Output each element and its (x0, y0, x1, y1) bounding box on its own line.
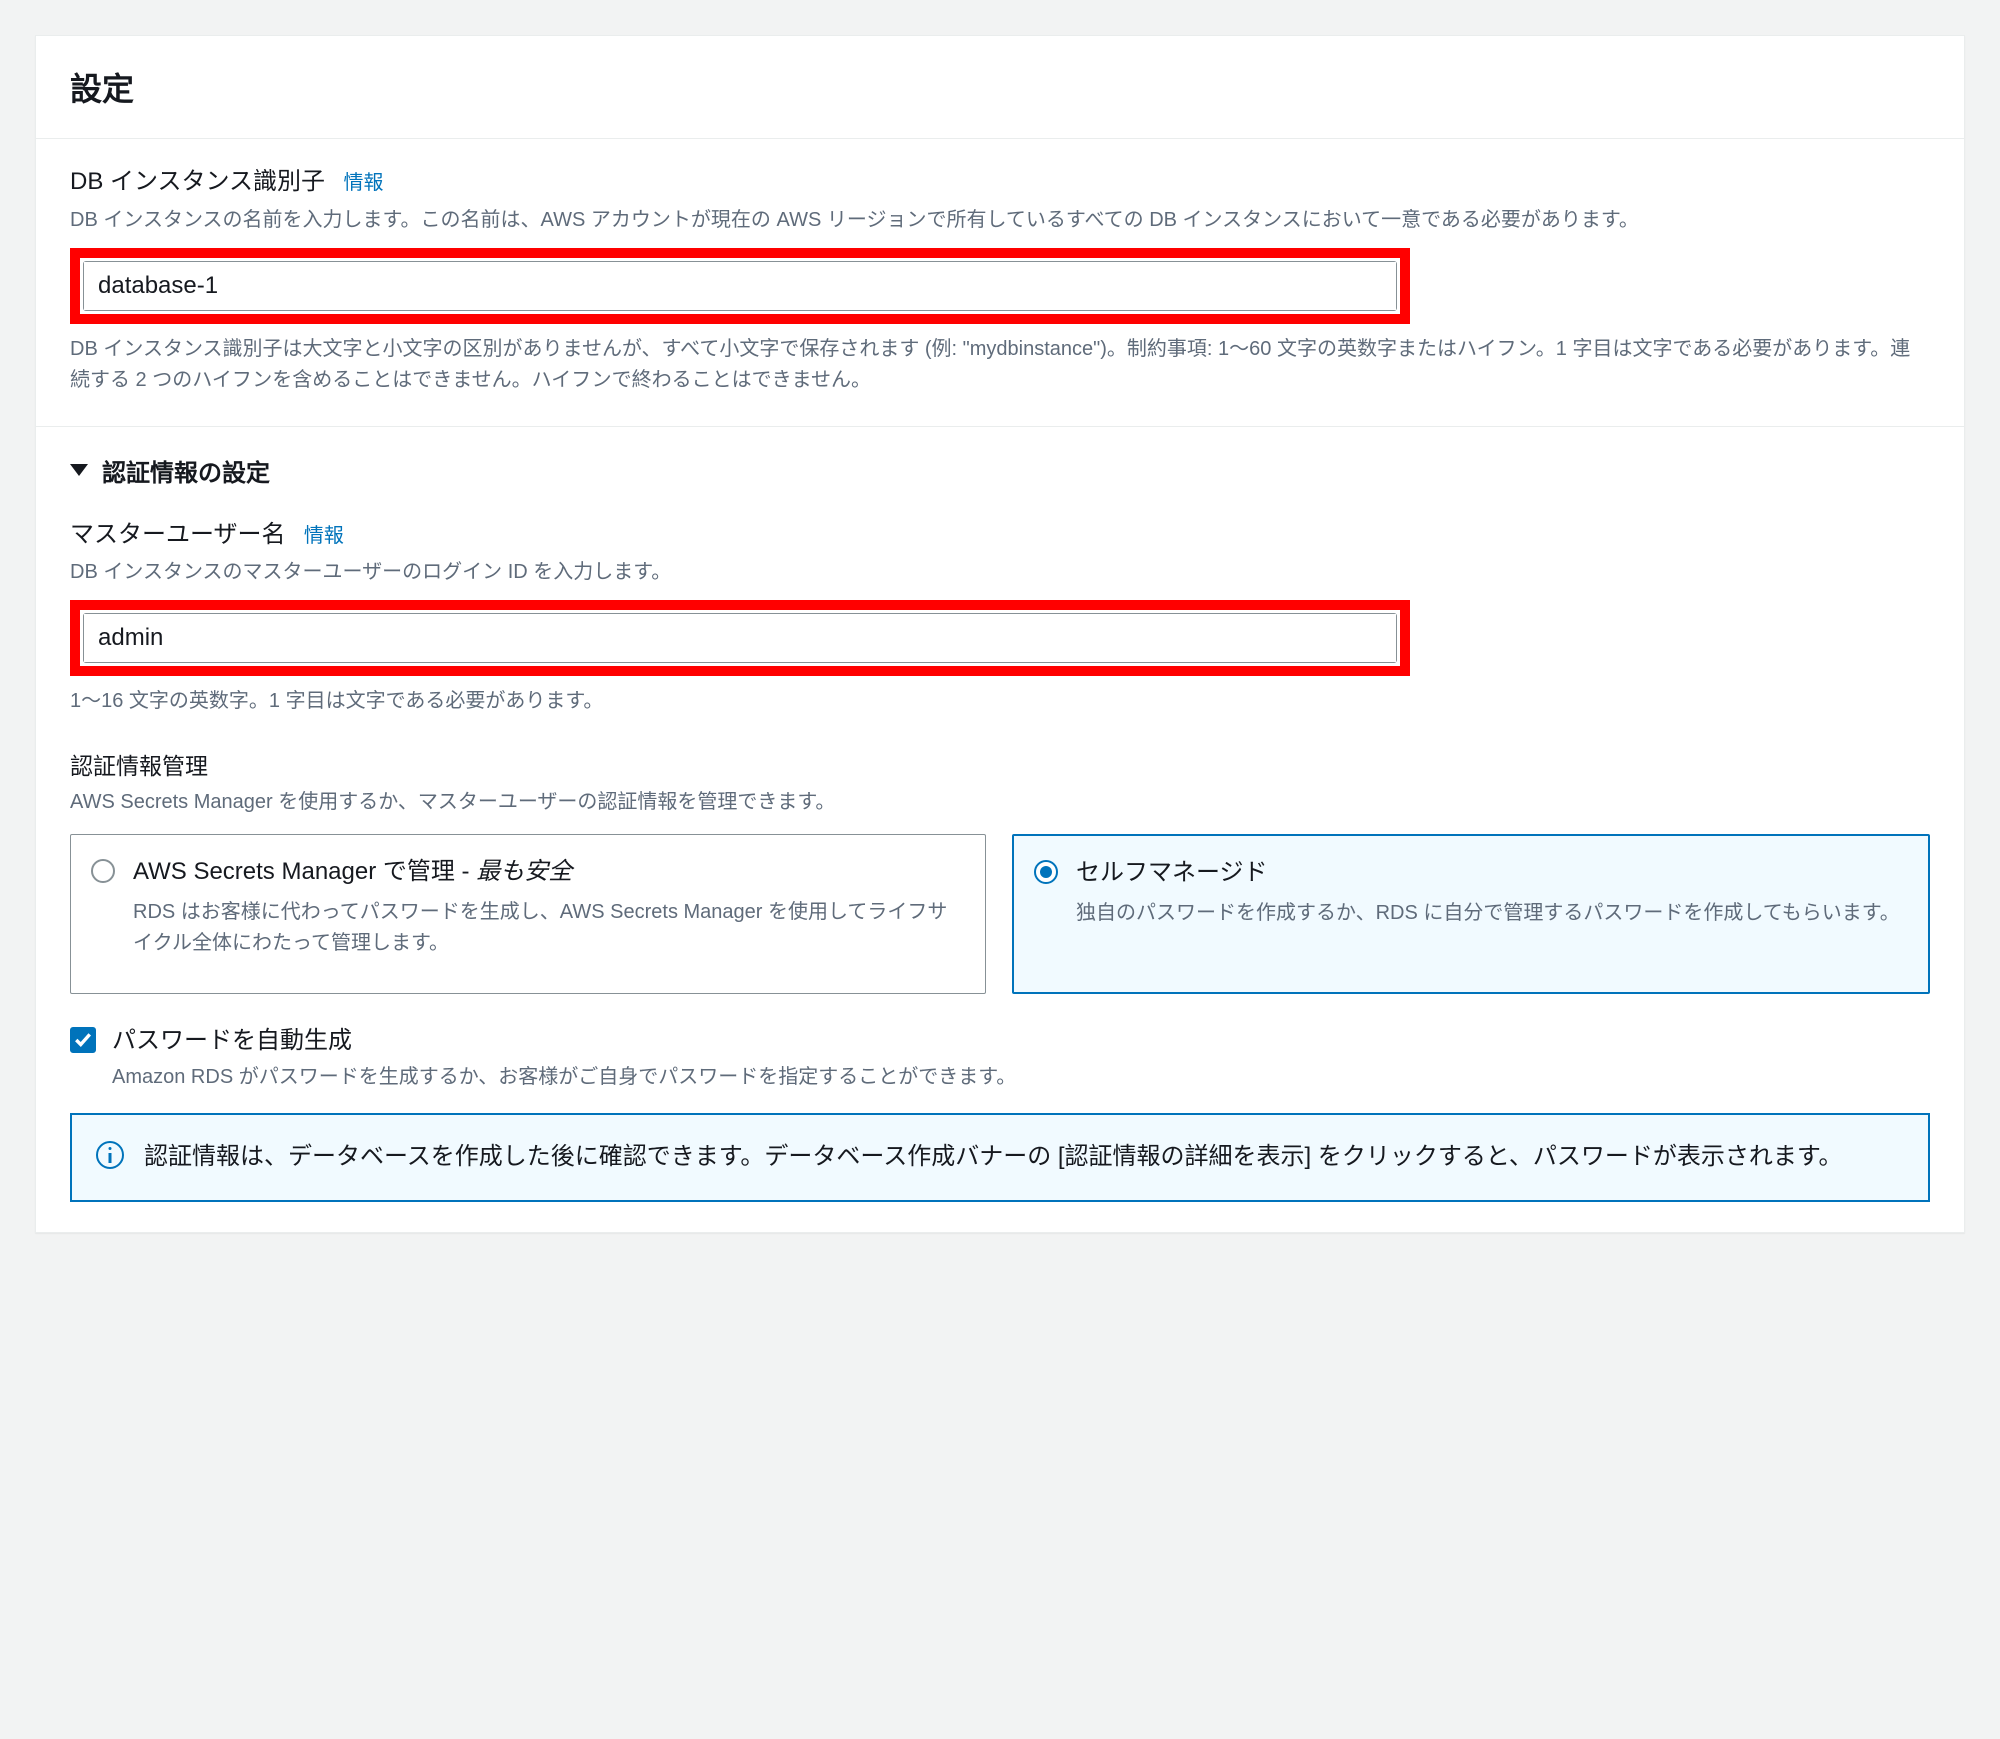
master-user-info-link[interactable]: 情報 (304, 525, 344, 547)
master-user-input[interactable] (84, 614, 1396, 662)
credentials-management-title: 認証情報管理 (70, 747, 1930, 781)
credentials-management-field: 認証情報管理 AWS Secrets Manager を使用するか、マスターユー… (70, 747, 1930, 994)
autogen-password-label: パスワードを自動生成 (112, 1024, 1016, 1058)
credentials-collapse-toggle[interactable]: 認証情報の設定 (70, 453, 1930, 488)
db-identifier-info-link[interactable]: 情報 (343, 172, 383, 194)
db-identifier-input[interactable] (84, 262, 1396, 310)
credentials-management-radio-group: AWS Secrets Manager で管理 - 最も安全 RDS はお客様に… (70, 834, 1930, 994)
autogen-password-checkbox-row[interactable]: パスワードを自動生成 Amazon RDS がパスワードを生成するか、お客様がご… (70, 1024, 1930, 1089)
db-identifier-hint: DB インスタンス識別子は大文字と小文字の区別がありませんが、すべて小文字で保存… (70, 334, 1930, 396)
caret-down-icon (70, 464, 88, 476)
db-identifier-label-row: DB インスタンス識別子 情報 (70, 165, 1930, 199)
radio-self-managed[interactable]: セルフマネージド 独自のパスワードを作成するか、RDS に自分で管理するパスワー… (1012, 834, 1930, 994)
credentials-section: 認証情報の設定 マスターユーザー名 情報 DB インスタンスのマスターユーザーの… (36, 427, 1964, 1232)
master-user-desc: DB インスタンスのマスターユーザーのログイン ID を入力します。 (70, 557, 1930, 588)
panel-header: 設定 (36, 36, 1964, 139)
credentials-header-label: 認証情報の設定 (102, 453, 270, 488)
db-identifier-highlight (70, 248, 1410, 324)
master-user-hint: 1〜16 文字の英数字。1 字目は文字である必要があります。 (70, 686, 1930, 717)
panel-title: 設定 (70, 64, 1930, 110)
db-identifier-label: DB インスタンス識別子 (70, 168, 325, 195)
master-user-field: マスターユーザー名 情報 DB インスタンスのマスターユーザーのログイン ID … (70, 518, 1930, 718)
radio-self-title: セルフマネージド (1076, 856, 1908, 890)
credentials-info-alert: 認証情報は、データベースを作成した後に確認できます。データベース作成バナーの [… (70, 1113, 1930, 1202)
radio-icon (1034, 860, 1058, 884)
settings-panel: 設定 DB インスタンス識別子 情報 DB インスタンスの名前を入力します。この… (35, 35, 1965, 1233)
credentials-management-desc: AWS Secrets Manager を使用するか、マスターユーザーの認証情報… (70, 787, 1930, 818)
autogen-password-desc: Amazon RDS がパスワードを生成するか、お客様がご自身でパスワードを指定… (112, 1060, 1016, 1089)
radio-self-desc: 独自のパスワードを作成するか、RDS に自分で管理するパスワードを作成してもらい… (1076, 898, 1908, 929)
db-identifier-desc: DB インスタンスの名前を入力します。この名前は、AWS アカウントが現在の A… (70, 205, 1930, 236)
radio-secrets-title-a: AWS Secrets Manager で管理 - (133, 858, 476, 885)
info-icon (96, 1141, 124, 1169)
checkbox-checked-icon (70, 1027, 96, 1053)
master-user-label: マスターユーザー名 (70, 521, 286, 548)
credentials-info-alert-text: 認証情報は、データベースを作成した後に確認できます。データベース作成バナーの [… (144, 1137, 1843, 1178)
master-user-highlight (70, 600, 1410, 676)
radio-icon (91, 859, 115, 883)
radio-secrets-desc: RDS はお客様に代わってパスワードを生成し、AWS Secrets Manag… (133, 897, 965, 959)
db-identifier-section: DB インスタンス識別子 情報 DB インスタンスの名前を入力します。この名前は… (36, 139, 1964, 427)
radio-secrets-manager[interactable]: AWS Secrets Manager で管理 - 最も安全 RDS はお客様に… (70, 834, 986, 994)
radio-secrets-title-b: 最も安全 (476, 858, 572, 885)
